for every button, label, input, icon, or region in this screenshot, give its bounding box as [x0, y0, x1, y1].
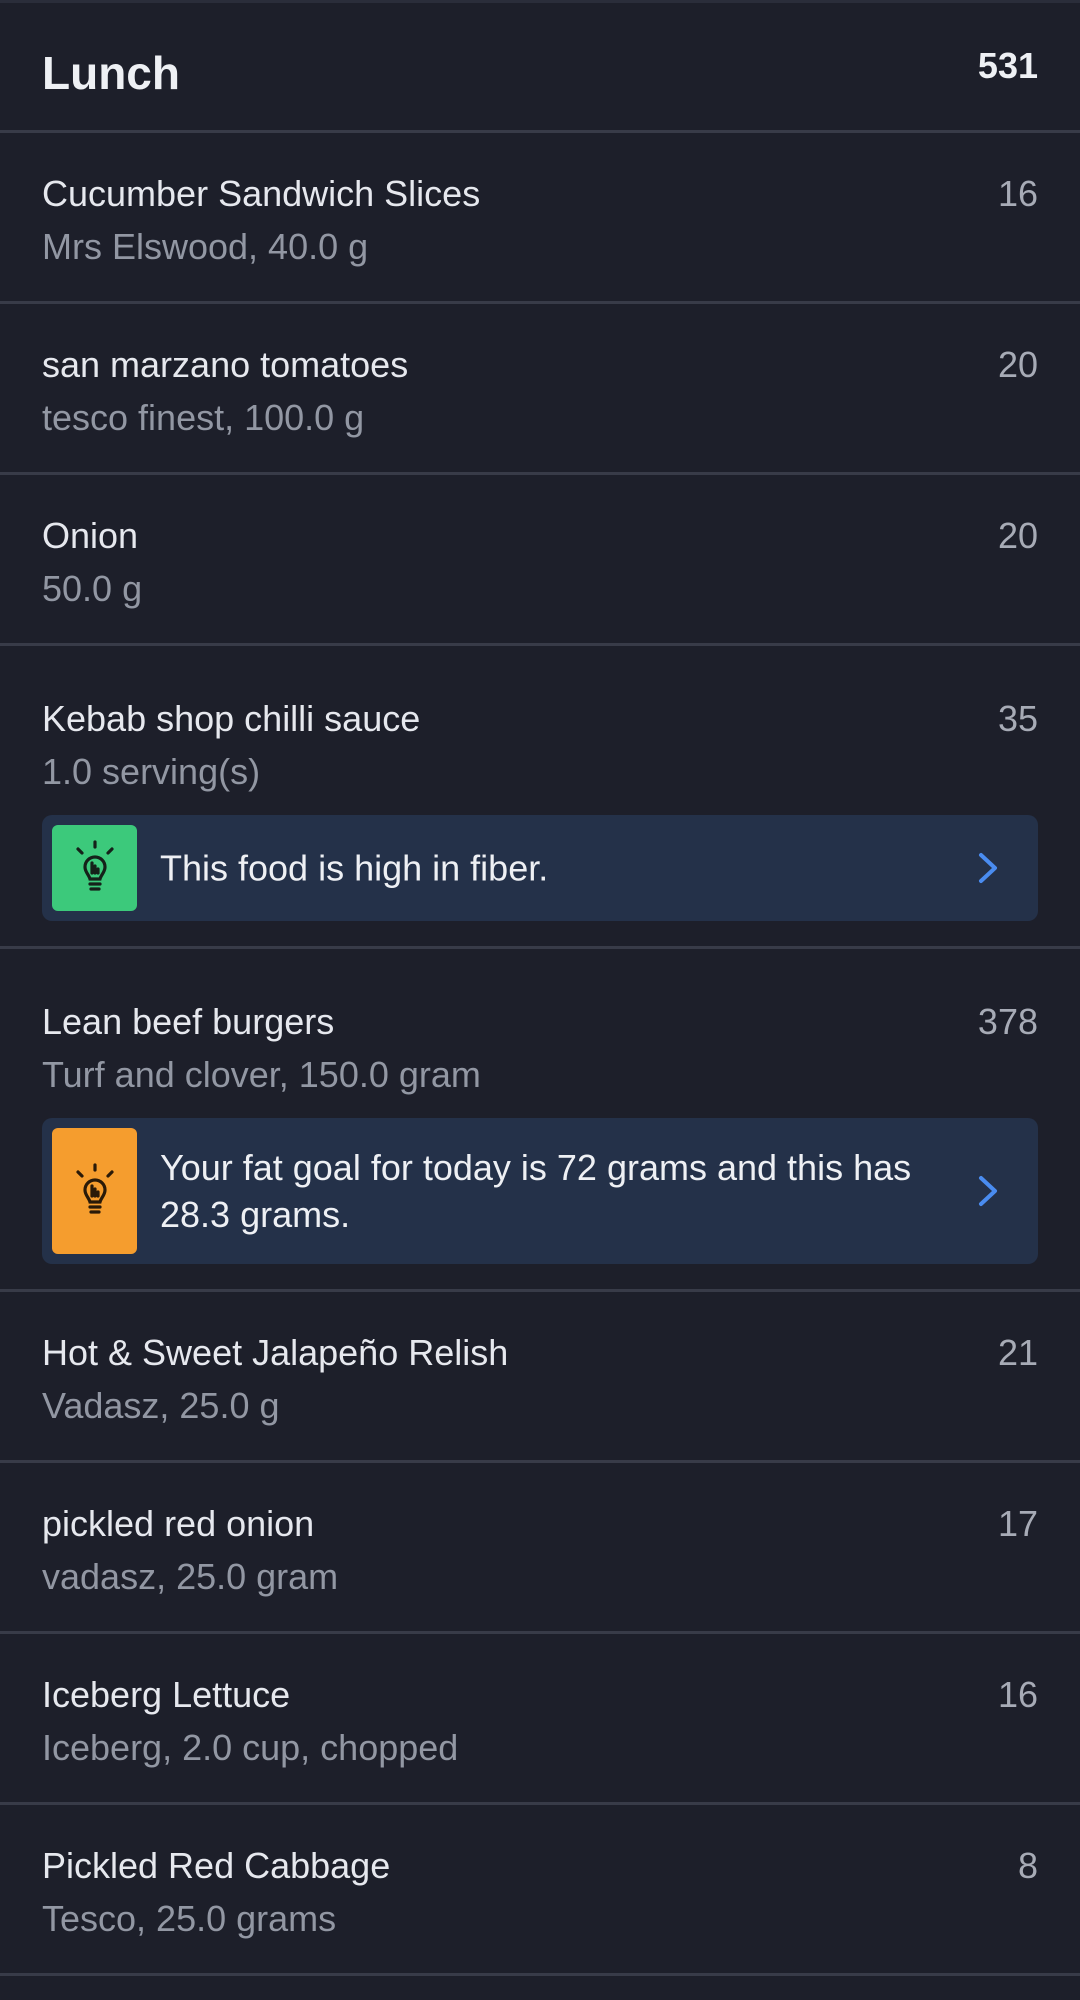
food-entry[interactable]: Onion 20 50.0 g [0, 475, 1080, 646]
insight-message: This food is high in fiber. [160, 847, 549, 889]
food-calories: 8 [1017, 1845, 1038, 1886]
lightbulb-icon [52, 1128, 137, 1254]
food-entry[interactable]: Cucumber Sandwich Slices 16 Mrs Elswood,… [0, 133, 1080, 304]
food-calories: 35 [997, 698, 1038, 739]
food-entry[interactable]: Pickled Red Cabbage 8 Tesco, 25.0 grams [0, 1805, 1080, 1976]
food-name: Lean beef burgers [42, 1001, 335, 1042]
food-entry[interactable]: Kebab shop chilli sauce 35 1.0 serving(s… [0, 646, 1080, 949]
meal-title: Lunch [42, 47, 180, 99]
meal-header[interactable]: Lunch 531 [0, 3, 1080, 133]
food-detail: Turf and clover, 150.0 gram [42, 1054, 481, 1095]
food-entry[interactable]: Hot & Sweet Jalapeño Relish 21 Vadasz, 2… [0, 1292, 1080, 1463]
food-name: Kebab shop chilli sauce [42, 698, 421, 739]
food-name: Iceberg Lettuce [42, 1674, 291, 1715]
food-detail: Iceberg, 2.0 cup, chopped [42, 1727, 459, 1768]
food-calories: 20 [997, 344, 1038, 385]
food-name: san marzano tomatoes [42, 344, 409, 385]
lightbulb-icon [52, 825, 137, 911]
food-calories: 21 [997, 1332, 1038, 1373]
food-calories: 378 [977, 1001, 1038, 1042]
food-entry[interactable]: Lean beef burgers 378 Turf and clover, 1… [0, 949, 1080, 1292]
food-name: Pickled Red Cabbage [42, 1845, 391, 1886]
food-entry[interactable]: san marzano tomatoes 20 tesco finest, 10… [0, 304, 1080, 475]
insight-message: Your fat goal for today is 72 grams and … [160, 1147, 912, 1235]
food-name: pickled red onion [42, 1503, 315, 1544]
food-entry[interactable]: Iceberg Lettuce 16 Iceberg, 2.0 cup, cho… [0, 1634, 1080, 1805]
meal-calorie-total: 531 [977, 45, 1038, 86]
food-calories: 17 [997, 1503, 1038, 1544]
food-name: Hot & Sweet Jalapeño Relish [42, 1332, 509, 1373]
chevron-right-icon [979, 1176, 997, 1206]
food-detail: tesco finest, 100.0 g [42, 397, 365, 438]
food-detail: 50.0 g [42, 568, 143, 609]
fiber-insight-banner[interactable]: This food is high in fiber. [42, 815, 1038, 921]
food-calories: 16 [997, 1674, 1038, 1715]
food-name: Cucumber Sandwich Slices [42, 173, 481, 214]
food-detail: Vadasz, 25.0 g [42, 1385, 280, 1426]
food-calories: 20 [997, 515, 1038, 556]
food-detail: 1.0 serving(s) [42, 751, 261, 792]
food-entry[interactable]: pickled red onion 17 vadasz, 25.0 gram [0, 1463, 1080, 1634]
food-detail: Tesco, 25.0 grams [42, 1898, 337, 1939]
food-name: Onion [42, 515, 139, 556]
food-detail: vadasz, 25.0 gram [42, 1556, 339, 1597]
food-calories: 16 [997, 173, 1038, 214]
fat-goal-insight-banner[interactable]: Your fat goal for today is 72 grams and … [42, 1118, 1038, 1264]
food-detail: Mrs Elswood, 40.0 g [42, 226, 369, 267]
chevron-right-icon [979, 853, 997, 883]
